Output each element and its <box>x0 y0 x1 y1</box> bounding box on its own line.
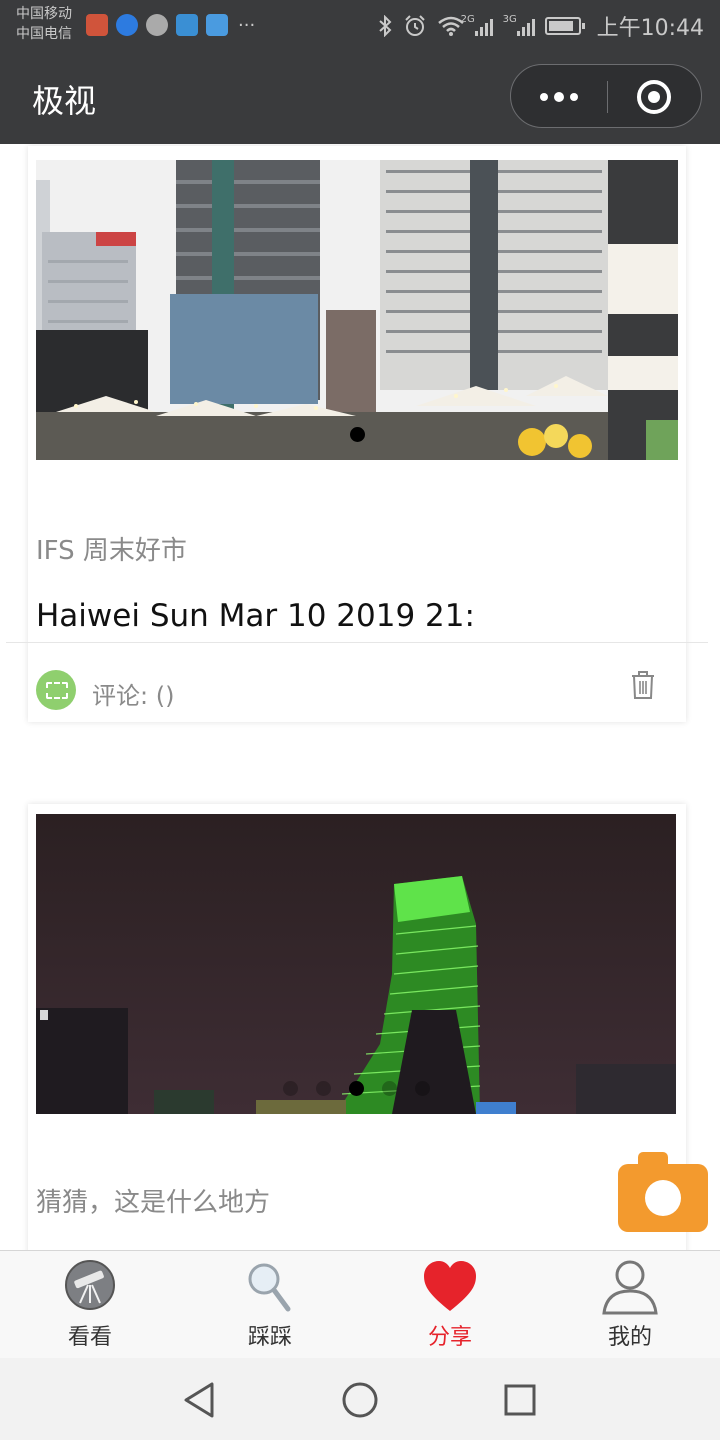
post-caption: 猜猜，这是什么地方 <box>36 1188 271 1218</box>
signal-icon-1: 2G <box>461 14 493 36</box>
city-market-photo <box>36 160 678 460</box>
carousel-indicator <box>36 427 678 442</box>
carousel-dot[interactable] <box>349 427 365 442</box>
app-title: 极视 <box>32 82 97 120</box>
home-icon[interactable] <box>340 1380 380 1420</box>
card-divider <box>6 642 708 643</box>
more-options-button[interactable] <box>511 65 607 129</box>
dot-icon <box>554 92 564 102</box>
trash-icon[interactable] <box>630 670 656 700</box>
night-tower-photo <box>36 814 676 1114</box>
mail-icon <box>206 14 228 36</box>
person-icon <box>602 1260 658 1315</box>
close-miniprogram-button[interactable] <box>637 80 671 114</box>
carousel-dot[interactable] <box>282 1081 298 1096</box>
post-card[interactable]: 猜猜，这是什么地方 <box>28 804 686 1250</box>
share-feed[interactable]: IFS 周末好市 Haiwei Sun Mar 10 2019 21: 评论: … <box>0 144 720 1250</box>
battery-icon <box>544 17 585 35</box>
tab-label: 我的 <box>607 1325 652 1350</box>
telescope-icon <box>65 1260 115 1310</box>
clock: 上午10:44 <box>596 16 704 41</box>
bottom-tab-bar: 看看 踩踩 分享 我的 <box>0 1250 720 1358</box>
alipay-icon <box>116 14 138 36</box>
post-card[interactable]: IFS 周末好市 Haiwei Sun Mar 10 2019 21: 评论: … <box>6 146 708 722</box>
carousel-dot[interactable] <box>414 1081 430 1096</box>
heart-icon <box>424 1261 476 1311</box>
dot-icon <box>570 93 578 101</box>
post-author-line: Haiwei Sun Mar 10 2019 21: <box>36 598 475 634</box>
network-type-1: 2G <box>460 14 475 25</box>
post-photo-carousel[interactable] <box>36 814 676 1114</box>
carousel-dot[interactable] <box>381 1081 397 1096</box>
post-photo-carousel[interactable] <box>36 160 678 460</box>
tab-caicai[interactable]: 踩踩 <box>180 1251 360 1358</box>
android-nav-bar <box>0 1358 720 1440</box>
comment-count[interactable]: 评论: () <box>92 676 174 711</box>
bluetooth-icon <box>378 15 392 37</box>
tab-label: 分享 <box>427 1325 472 1350</box>
status-bar: 中国移动 中国电信 ··· 2G 3G 上午10:44 <box>0 0 720 50</box>
carrier-2: 中国电信 <box>16 26 72 42</box>
chat-bubble-icon <box>146 14 168 36</box>
recents-icon[interactable] <box>500 1380 540 1420</box>
carrier-info: 中国移动 中国电信 <box>16 4 72 44</box>
tab-label: 看看 <box>67 1325 112 1350</box>
carousel-dot[interactable] <box>315 1081 331 1096</box>
carousel-indicator <box>36 1081 676 1096</box>
camera-icon[interactable] <box>618 1152 708 1232</box>
carrier-1: 中国移动 <box>16 6 72 22</box>
magnifier-icon <box>248 1263 291 1312</box>
alarm-icon <box>404 15 425 36</box>
more-notifications-icon: ··· <box>238 14 256 36</box>
carousel-dot[interactable] <box>348 1081 364 1096</box>
network-type-2: 3G <box>502 14 517 25</box>
capsule-divider <box>607 81 608 113</box>
signal-icon-2: 3G <box>503 14 535 36</box>
comment-icon[interactable] <box>36 670 76 710</box>
tab-fenxiang[interactable]: 分享 <box>360 1251 540 1358</box>
back-icon[interactable] <box>180 1380 220 1420</box>
tab-label: 踩踩 <box>247 1325 292 1350</box>
tab-wode[interactable]: 我的 <box>540 1251 720 1358</box>
tab-kankan[interactable]: 看看 <box>0 1251 180 1358</box>
capsule-menu <box>510 64 702 128</box>
notification-icons: ··· <box>86 14 255 36</box>
telegram-icon <box>176 14 198 36</box>
dot-icon <box>540 93 548 101</box>
mini-program-header: 极视 <box>0 50 720 144</box>
video-app-icon <box>86 14 108 36</box>
post-caption: IFS 周末好市 <box>36 536 187 566</box>
